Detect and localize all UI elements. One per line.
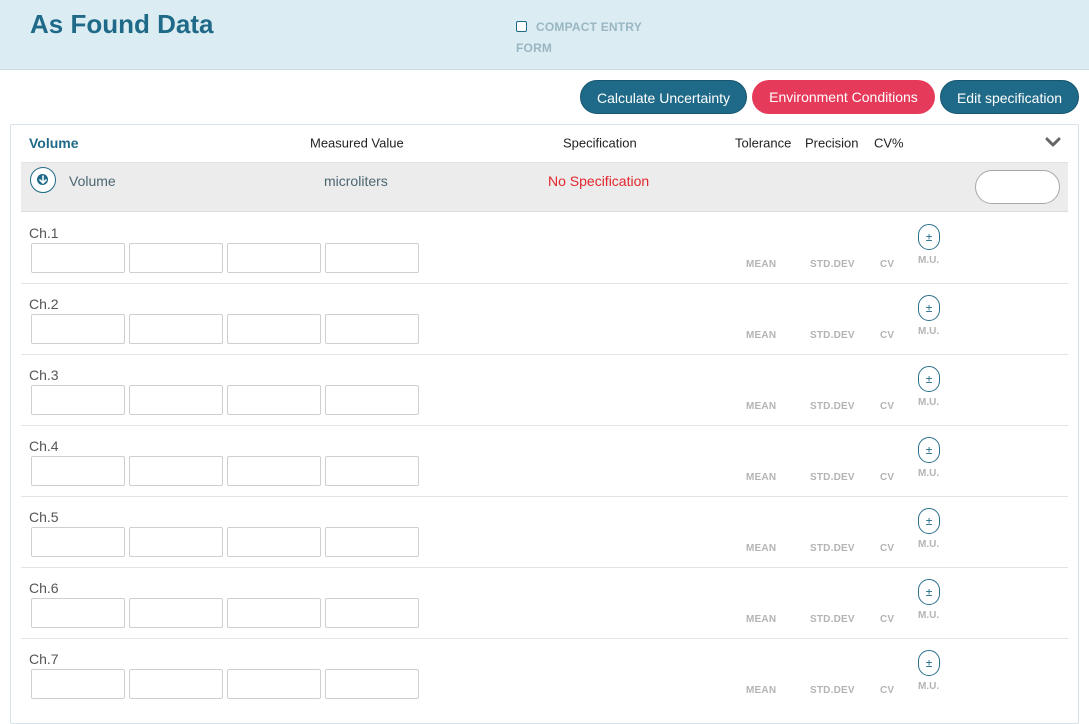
- edit-specification-button[interactable]: Edit specification: [940, 80, 1079, 114]
- reading-input-3[interactable]: [227, 314, 321, 344]
- cv-label: CV: [880, 614, 895, 625]
- mu-label: M.U.: [918, 610, 940, 621]
- reading-input-2[interactable]: [129, 243, 223, 273]
- channel-row-3: Ch.3 MEAN STD.DEV CV ± M.U.: [21, 355, 1068, 426]
- reading-input-3[interactable]: [227, 385, 321, 415]
- reading-input-4[interactable]: [325, 456, 419, 486]
- cv-label: CV: [880, 543, 895, 554]
- channel-row-5: Ch.5 MEAN STD.DEV CV ± M.U.: [21, 497, 1068, 568]
- reading-input-1[interactable]: [31, 385, 125, 415]
- plus-minus-icon[interactable]: ±: [918, 579, 940, 605]
- channel-row-4: Ch.4 MEAN STD.DEV CV ± M.U.: [21, 426, 1068, 497]
- mean-label: MEAN: [746, 259, 777, 270]
- reading-input-2[interactable]: [129, 598, 223, 628]
- reading-input-1[interactable]: [31, 243, 125, 273]
- plus-minus-icon[interactable]: ±: [918, 437, 940, 463]
- channel-label: Ch.7: [29, 651, 59, 667]
- page-header: As Found Data COMPACT ENTRY FORM: [0, 0, 1089, 70]
- compact-entry-label-line2[interactable]: FORM: [516, 41, 552, 55]
- volume-unit: microliters: [324, 173, 388, 189]
- reading-input-3[interactable]: [227, 527, 321, 557]
- mu-label: M.U.: [918, 326, 940, 337]
- plus-minus-icon[interactable]: ±: [918, 224, 940, 250]
- cv-label: CV: [880, 330, 895, 341]
- reading-input-4[interactable]: [325, 243, 419, 273]
- cv-label: CV: [880, 685, 895, 696]
- column-tolerance: Tolerance: [735, 135, 792, 151]
- column-specification: Specification: [563, 135, 637, 151]
- reading-input-1[interactable]: [31, 598, 125, 628]
- channel-label: Ch.2: [29, 296, 59, 312]
- chevron-down-icon[interactable]: [1045, 136, 1061, 148]
- channel-row-6: Ch.6 MEAN STD.DEV CV ± M.U.: [21, 568, 1068, 639]
- reading-input-3[interactable]: [227, 598, 321, 628]
- cv-label: CV: [880, 472, 895, 483]
- reading-input-4[interactable]: [325, 527, 419, 557]
- mu-label: M.U.: [918, 539, 940, 550]
- reading-input-3[interactable]: [227, 243, 321, 273]
- compact-entry-label-line1[interactable]: COMPACT ENTRY: [536, 20, 642, 34]
- channel-label: Ch.3: [29, 367, 59, 383]
- volume-specification: No Specification: [548, 173, 650, 189]
- plus-minus-icon[interactable]: ±: [918, 650, 940, 676]
- compact-entry-toggle[interactable]: COMPACT ENTRY FORM: [516, 17, 656, 59]
- section-heading-volume: Volume: [29, 135, 79, 151]
- reading-input-2[interactable]: [129, 669, 223, 699]
- reading-input-4[interactable]: [325, 385, 419, 415]
- channel-label: Ch.5: [29, 509, 59, 525]
- reading-input-1[interactable]: [31, 669, 125, 699]
- mean-label: MEAN: [746, 401, 777, 412]
- column-precision: Precision: [805, 135, 859, 151]
- reading-input-3[interactable]: [227, 456, 321, 486]
- reading-input-4[interactable]: [325, 669, 419, 699]
- mean-label: MEAN: [746, 330, 777, 341]
- reading-input-2[interactable]: [129, 456, 223, 486]
- std-dev-label: STD.DEV: [810, 685, 855, 696]
- volume-label: Volume: [69, 173, 116, 189]
- plus-minus-icon[interactable]: ±: [918, 508, 940, 534]
- plus-minus-icon[interactable]: ±: [918, 295, 940, 321]
- reading-input-2[interactable]: [129, 385, 223, 415]
- channel-row-2: Ch.2 MEAN STD.DEV CV ± M.U.: [21, 284, 1068, 355]
- volume-result-pill[interactable]: [975, 170, 1060, 204]
- reading-input-2[interactable]: [129, 314, 223, 344]
- column-measured-value: Measured Value: [310, 135, 404, 151]
- mean-label: MEAN: [746, 472, 777, 483]
- page-title: As Found Data: [30, 9, 214, 39]
- mu-label: M.U.: [918, 397, 940, 408]
- mean-label: MEAN: [746, 543, 777, 554]
- compact-entry-checkbox[interactable]: [516, 21, 527, 32]
- mu-label: M.U.: [918, 255, 940, 266]
- volume-row: [21, 162, 1068, 212]
- reading-input-4[interactable]: [325, 598, 419, 628]
- channel-row-7: Ch.7 MEAN STD.DEV CV ± M.U.: [21, 639, 1068, 710]
- reading-input-2[interactable]: [129, 527, 223, 557]
- channel-label: Ch.4: [29, 438, 59, 454]
- cv-label: CV: [880, 259, 895, 270]
- reading-input-4[interactable]: [325, 314, 419, 344]
- mu-label: M.U.: [918, 681, 940, 692]
- std-dev-label: STD.DEV: [810, 543, 855, 554]
- mu-label: M.U.: [918, 468, 940, 479]
- reading-input-1[interactable]: [31, 456, 125, 486]
- arrow-down-icon: [39, 175, 47, 184]
- plus-minus-icon[interactable]: ±: [918, 366, 940, 392]
- reading-input-1[interactable]: [31, 527, 125, 557]
- channel-label: Ch.6: [29, 580, 59, 596]
- std-dev-label: STD.DEV: [810, 401, 855, 412]
- calculate-uncertainty-button[interactable]: Calculate Uncertainty: [580, 80, 747, 114]
- std-dev-label: STD.DEV: [810, 614, 855, 625]
- std-dev-label: STD.DEV: [810, 472, 855, 483]
- channel-label: Ch.1: [29, 225, 59, 241]
- cv-label: CV: [880, 401, 895, 412]
- std-dev-label: STD.DEV: [810, 259, 855, 270]
- reading-input-1[interactable]: [31, 314, 125, 344]
- channel-row-1: Ch.1 MEAN STD.DEV CV ± M.U.: [21, 213, 1068, 284]
- mean-label: MEAN: [746, 685, 777, 696]
- column-cv: CV%: [874, 135, 904, 151]
- environment-conditions-button[interactable]: Environment Conditions: [752, 80, 935, 114]
- reading-input-3[interactable]: [227, 669, 321, 699]
- mean-label: MEAN: [746, 614, 777, 625]
- std-dev-label: STD.DEV: [810, 330, 855, 341]
